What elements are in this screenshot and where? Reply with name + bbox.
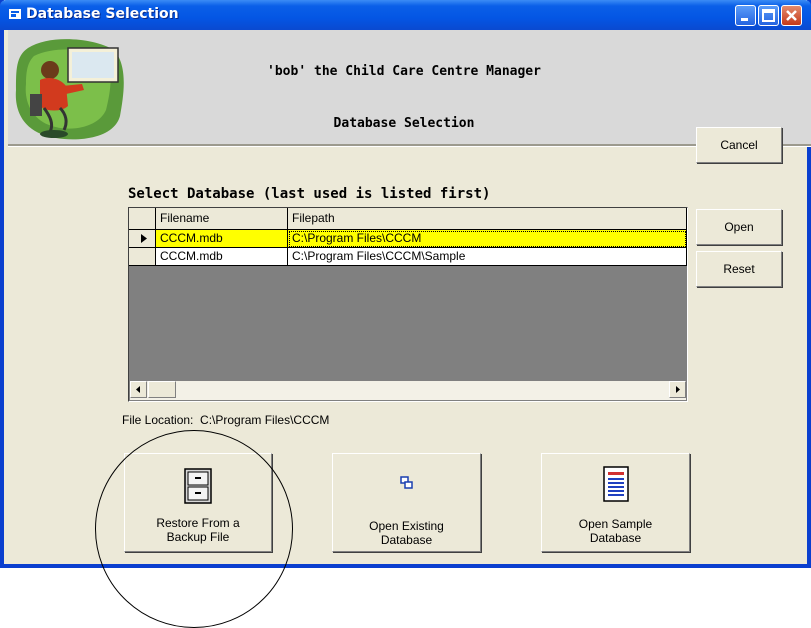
- table-cell-filepath[interactable]: C:\Program Files\CCCM\Sample: [288, 248, 687, 266]
- minimize-icon: [741, 18, 748, 21]
- section-title: Database Selection: [333, 116, 475, 131]
- window-title: Database Selection: [26, 6, 179, 22]
- sample-db-icon: [602, 466, 629, 502]
- row-selector[interactable]: [129, 248, 156, 266]
- grid-corner: [129, 208, 156, 230]
- cancel-label: Cancel: [720, 138, 758, 152]
- maximize-button[interactable]: [758, 5, 779, 26]
- restore-label-line1: Restore From a: [156, 516, 240, 530]
- scroll-right-button[interactable]: [669, 381, 686, 398]
- file-location-label: File Location:: [122, 413, 194, 427]
- grid-label: Select Database (last used is listed fir…: [128, 186, 491, 202]
- restore-backup-button[interactable]: Restore From a Backup File: [124, 453, 272, 552]
- restore-label-line2: Backup File: [166, 530, 230, 544]
- table-cell-filename[interactable]: CCCM.mdb: [156, 230, 288, 248]
- child-at-computer-logo: [15, 39, 124, 140]
- title-bar[interactable]: Database Selection: [0, 0, 811, 30]
- app-title: 'bob' the Child Care Centre Manager: [267, 64, 541, 79]
- open-sample-label-line2: Database: [589, 531, 642, 545]
- open-label: Open: [724, 220, 754, 234]
- maximize-icon: [762, 9, 775, 22]
- horizontal-scrollbar[interactable]: [130, 381, 686, 400]
- arrow-left-icon: [136, 386, 140, 393]
- close-icon: [786, 10, 797, 21]
- arrow-right-icon: [676, 386, 680, 393]
- open-db-icon: [399, 476, 413, 489]
- close-button[interactable]: [781, 5, 802, 26]
- scroll-thumb[interactable]: [148, 381, 176, 398]
- header-separator: [8, 144, 811, 147]
- table-cell-filepath[interactable]: C:\Program Files\CCCM: [288, 230, 687, 248]
- open-sample-label-line1: Open Sample: [578, 517, 653, 531]
- scroll-left-button[interactable]: [130, 381, 147, 398]
- row-pointer-icon: [141, 234, 147, 243]
- filing-cabinet-icon: [184, 468, 212, 504]
- reset-label: Reset: [723, 262, 755, 276]
- file-location-value: C:\Program Files\CCCM: [200, 413, 330, 427]
- column-header-filepath[interactable]: Filepath: [288, 208, 687, 230]
- open-existing-database-button[interactable]: Open Existing Database: [332, 453, 481, 552]
- table-cell-filename[interactable]: CCCM.mdb: [156, 248, 288, 266]
- reset-button[interactable]: Reset: [696, 251, 782, 287]
- open-existing-label-line1: Open Existing: [369, 519, 444, 533]
- row-selector[interactable]: [129, 230, 156, 248]
- open-existing-label-line2: Database: [380, 533, 433, 547]
- window-icon: [9, 9, 21, 19]
- minimize-button[interactable]: [735, 5, 756, 26]
- open-sample-database-button[interactable]: Open Sample Database: [541, 453, 690, 552]
- database-grid[interactable]: Filename Filepath CCCM.mdb C:\Program Fi…: [128, 207, 688, 402]
- column-header-filename[interactable]: Filename: [156, 208, 288, 230]
- open-button[interactable]: Open: [696, 209, 782, 245]
- file-location: File Location: C:\Program Files\CCCM: [122, 413, 329, 427]
- cancel-button[interactable]: Cancel: [696, 127, 782, 163]
